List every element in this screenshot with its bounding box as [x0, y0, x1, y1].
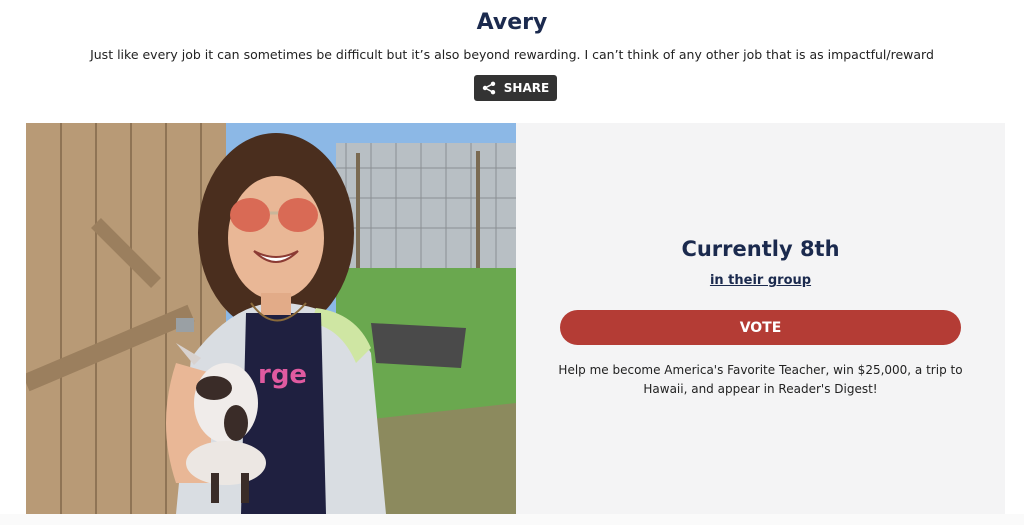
share-button[interactable]: SHARE	[474, 75, 557, 101]
contestant-photo: rge	[26, 123, 516, 514]
contestant-bio: Just like every job it can sometimes be …	[90, 47, 934, 62]
contestant-name: Avery	[476, 10, 548, 35]
vote-panel: Currently 8th in their group VOTE Help m…	[516, 123, 1005, 514]
page-bottom-divider	[0, 514, 1024, 525]
svg-text:rge: rge	[258, 360, 307, 390]
current-rank: Currently 8th	[681, 237, 840, 261]
contestant-card: rge Currently 8th in their group VOTE He…	[26, 123, 1005, 514]
contest-pitch: Help me become America's Favorite Teache…	[558, 363, 963, 396]
group-link[interactable]: in their group	[516, 273, 1005, 288]
teacher-with-goat-image: rge	[26, 123, 516, 514]
share-icon	[482, 81, 496, 95]
share-label: SHARE	[503, 81, 550, 95]
vote-button[interactable]: VOTE	[560, 310, 961, 345]
